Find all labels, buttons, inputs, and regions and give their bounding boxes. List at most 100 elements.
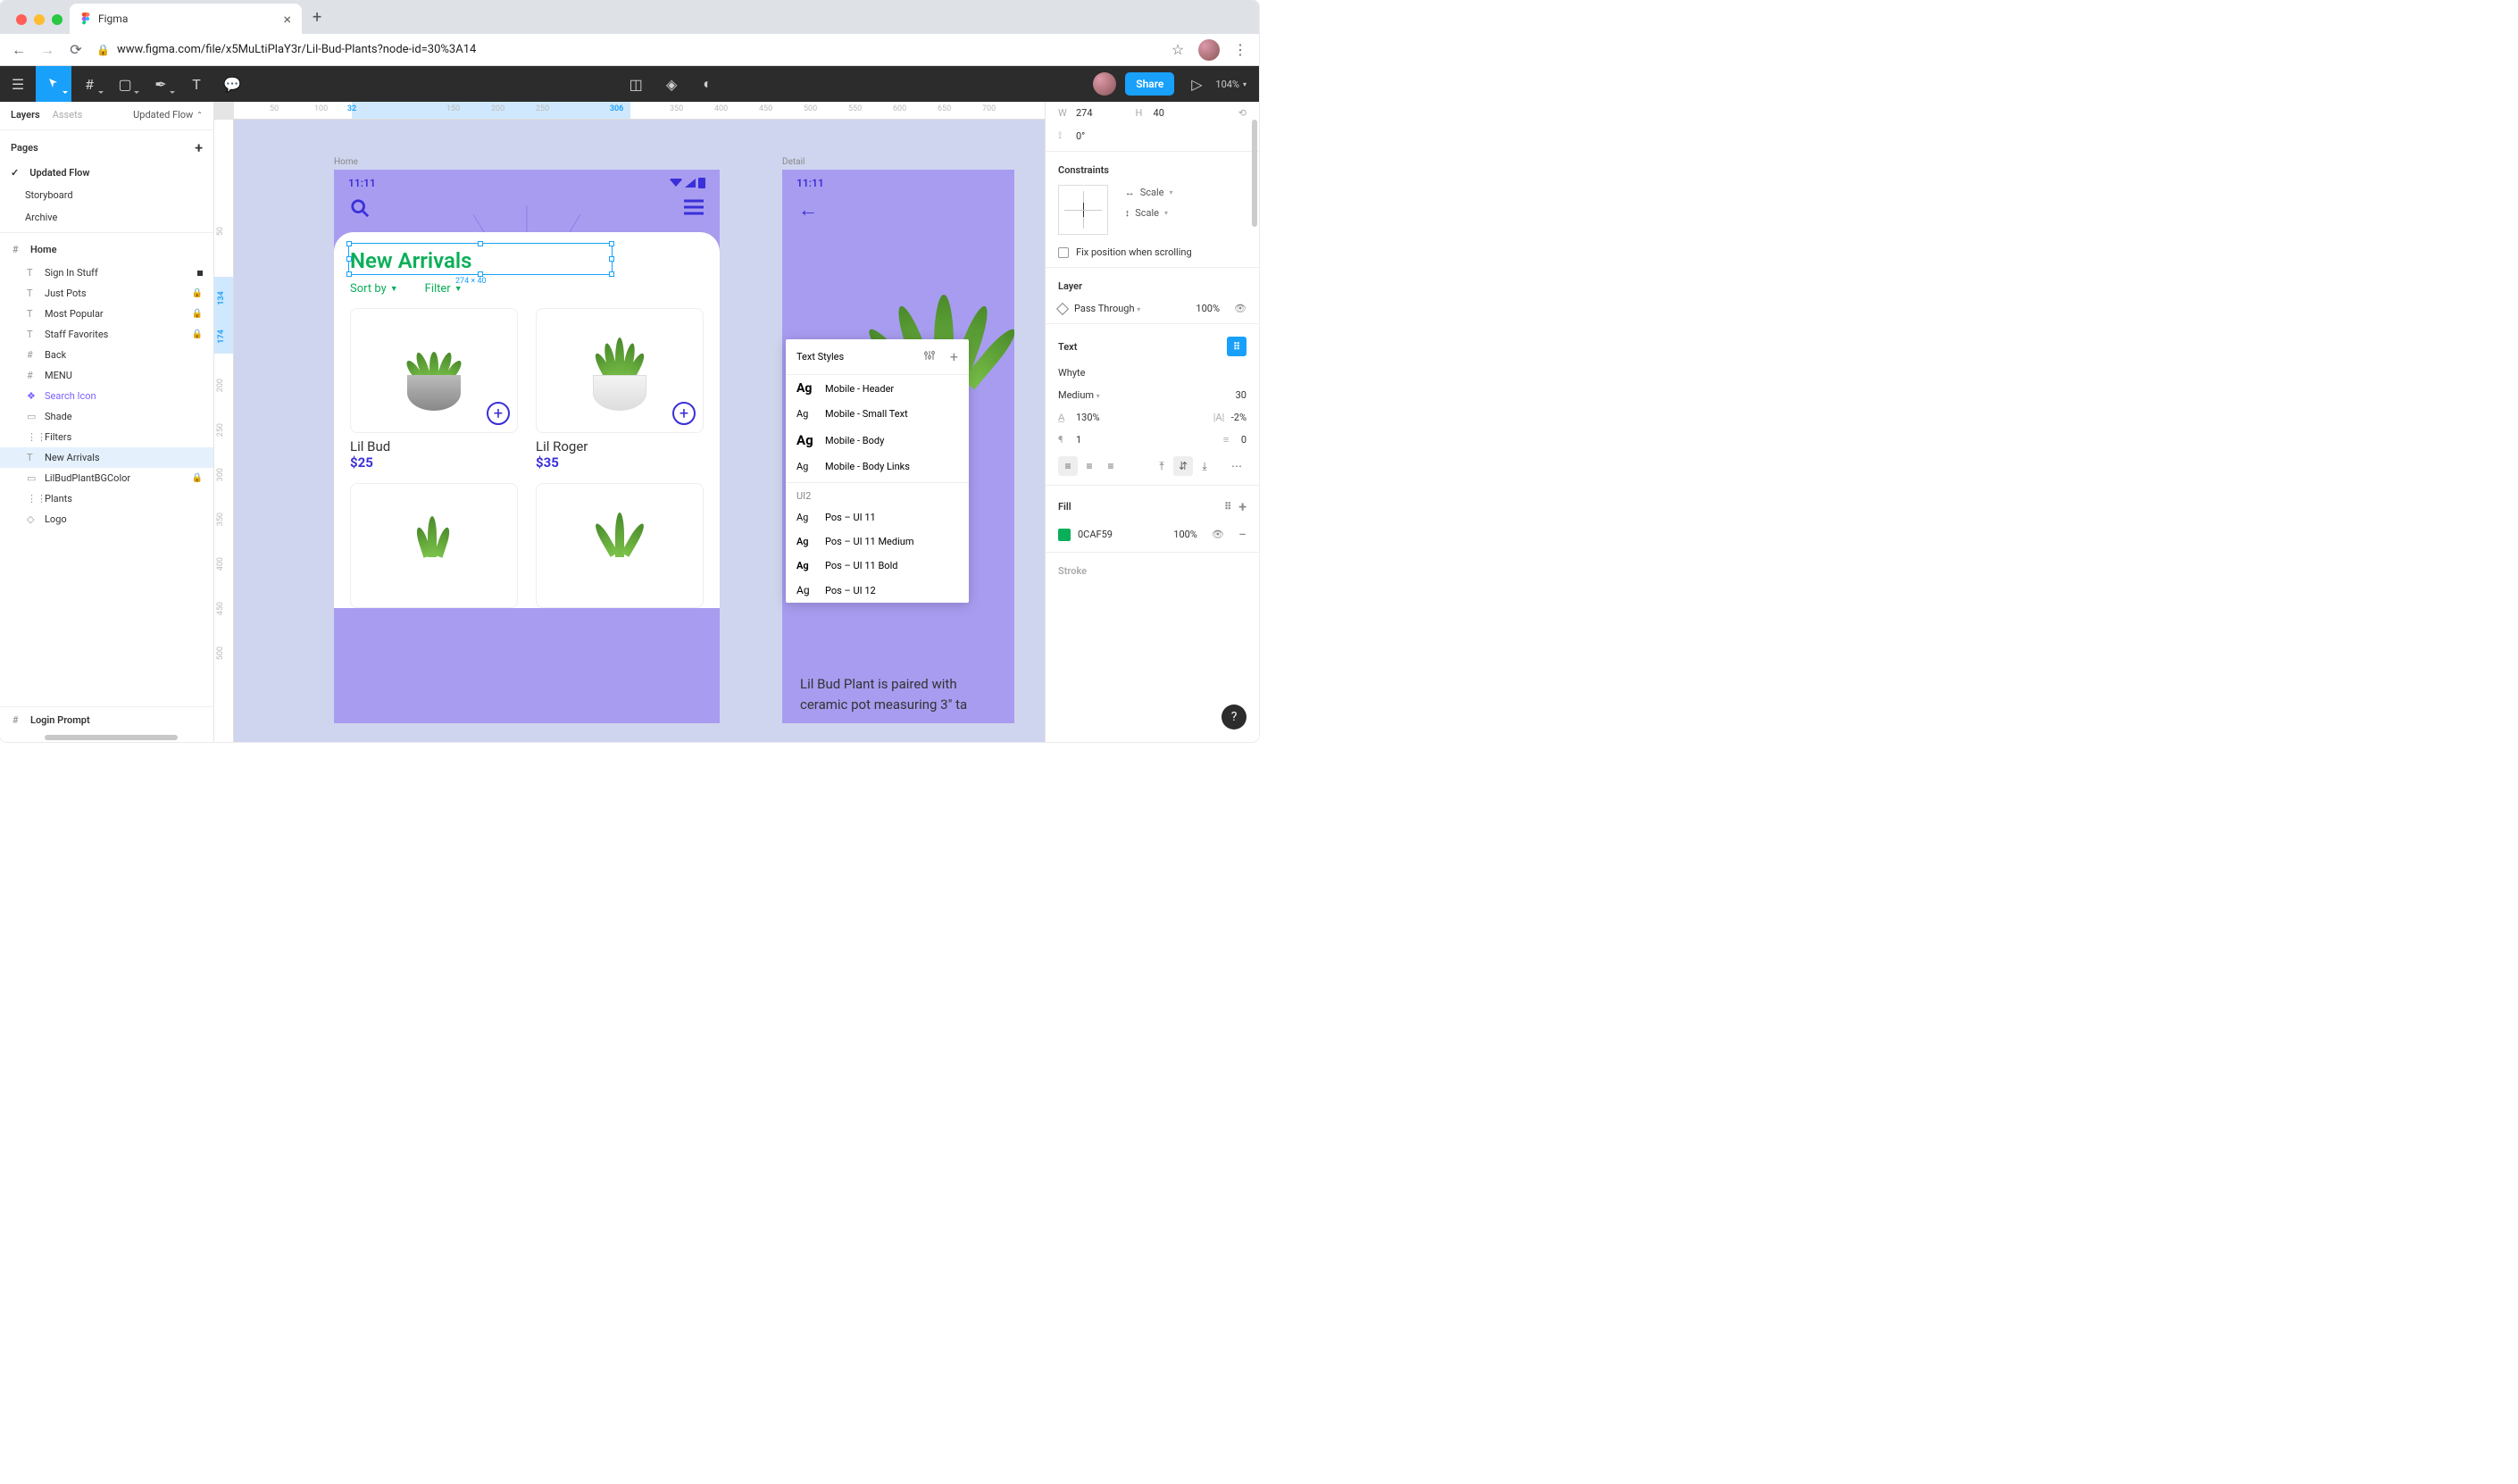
add-fill-icon[interactable]: + bbox=[1238, 498, 1246, 515]
lock-icon[interactable]: 🔒 bbox=[192, 473, 203, 483]
align-left-icon[interactable]: ≡ bbox=[1058, 456, 1078, 476]
font-weight-select[interactable]: Medium ▾ bbox=[1058, 389, 1100, 401]
frame-tool[interactable]: # bbox=[71, 66, 107, 102]
frame-login-prompt[interactable]: #Login Prompt bbox=[0, 707, 213, 733]
style-mobile-links[interactable]: AgMobile - Body Links bbox=[786, 454, 969, 479]
shape-tool[interactable]: ▢ bbox=[107, 66, 143, 102]
constraints-widget[interactable] bbox=[1058, 185, 1108, 235]
page-selector[interactable]: Updated Flow⌃ bbox=[133, 109, 203, 121]
boolean-tool[interactable]: ◐ bbox=[689, 66, 725, 102]
style-ui11-medium[interactable]: AgPos – UI 11 Medium bbox=[786, 529, 969, 554]
width-field[interactable]: W274 bbox=[1058, 107, 1093, 119]
reset-rotation-icon[interactable]: ⟲ bbox=[1238, 107, 1246, 119]
layer-menu[interactable]: #MENU bbox=[0, 365, 213, 386]
lock-icon[interactable]: 🔒 bbox=[192, 329, 203, 339]
back-icon[interactable]: ← bbox=[11, 41, 27, 59]
layers-tab[interactable]: Layers bbox=[11, 109, 40, 121]
fill-swatch[interactable] bbox=[1058, 529, 1071, 541]
frame-label-detail[interactable]: Detail bbox=[782, 157, 805, 167]
left-panel-scrollbar[interactable] bbox=[0, 733, 213, 742]
lock-icon[interactable]: 🔒 bbox=[192, 309, 203, 319]
page-archive[interactable]: Archive bbox=[0, 206, 213, 229]
pen-tool[interactable]: ✒ bbox=[143, 66, 179, 102]
browser-menu-icon[interactable]: ⋮ bbox=[1232, 41, 1248, 58]
frame-home[interactable]: #Home bbox=[0, 237, 213, 263]
right-panel-scrollbar[interactable] bbox=[1252, 102, 1257, 742]
style-mobile-small[interactable]: AgMobile - Small Text bbox=[786, 402, 969, 426]
align-top-icon[interactable]: ⤒ bbox=[1152, 456, 1171, 476]
font-family-select[interactable]: Whyte bbox=[1046, 362, 1259, 384]
fill-styles-icon[interactable]: ⠿ bbox=[1224, 501, 1231, 513]
style-mobile-header[interactable]: AgMobile - Header bbox=[786, 375, 969, 402]
frame-home-canvas[interactable]: 11:11 New Ar bbox=[334, 170, 720, 723]
main-menu-icon[interactable]: ☰ bbox=[0, 66, 36, 102]
layer-sign-in-stuff[interactable]: TSign In Stuff bbox=[0, 263, 213, 283]
layer-just-pots[interactable]: TJust Pots🔒 bbox=[0, 283, 213, 304]
add-page-icon[interactable]: + bbox=[195, 139, 203, 156]
align-right-icon[interactable]: ≡ bbox=[1101, 456, 1121, 476]
paragraph-spacing-field[interactable]: ¶1 bbox=[1058, 434, 1081, 446]
fill-visibility-icon[interactable]: 👁 bbox=[1212, 529, 1224, 540]
letter-spacing-field[interactable]: |A|-2% bbox=[1213, 412, 1246, 423]
reload-icon[interactable]: ⟳ bbox=[68, 41, 84, 58]
present-icon[interactable]: ▷ bbox=[1183, 66, 1210, 102]
height-field[interactable]: H40 bbox=[1136, 107, 1164, 119]
component-tool[interactable]: ◫ bbox=[618, 66, 654, 102]
fill-hex-field[interactable]: 0CAF59 bbox=[1078, 529, 1113, 540]
layer-staff-favorites[interactable]: TStaff Favorites🔒 bbox=[0, 324, 213, 345]
style-ui12[interactable]: AgPos – UI 12 bbox=[786, 578, 969, 603]
style-ui11[interactable]: AgPos – UI 11 bbox=[786, 505, 969, 529]
align-center-icon[interactable]: ≡ bbox=[1080, 456, 1099, 476]
layer-bg-color[interactable]: ▭LilBudPlantBGColor🔒 bbox=[0, 468, 213, 488]
visibility-icon[interactable]: 👁 bbox=[1234, 303, 1246, 314]
layer-logo[interactable]: ◇Logo bbox=[0, 509, 213, 529]
layer-back[interactable]: #Back bbox=[0, 345, 213, 365]
blend-mode-select[interactable]: Pass Through ▾ bbox=[1074, 303, 1140, 314]
menu-icon[interactable] bbox=[684, 198, 704, 223]
rotation-field[interactable]: ⟟0° bbox=[1058, 129, 1085, 142]
remove-fill-icon[interactable]: − bbox=[1238, 526, 1246, 543]
text-style-icon[interactable]: ⠿ bbox=[1227, 337, 1246, 356]
layer-plants[interactable]: ⋮⋮Plants bbox=[0, 488, 213, 509]
align-middle-icon[interactable]: ⇵ bbox=[1173, 456, 1193, 476]
maximize-window[interactable] bbox=[52, 14, 63, 25]
paragraph-indent-field[interactable]: ≡0 bbox=[1223, 434, 1246, 446]
font-size-field[interactable]: 30 bbox=[1236, 389, 1246, 401]
product-card[interactable] bbox=[536, 483, 704, 608]
search-icon[interactable] bbox=[350, 198, 370, 223]
fix-position-checkbox[interactable]: Fix position when scrolling bbox=[1046, 241, 1259, 263]
add-icon[interactable]: + bbox=[487, 402, 510, 425]
assets-tab[interactable]: Assets bbox=[53, 109, 83, 121]
text-tool[interactable]: T bbox=[179, 66, 214, 102]
h-constraint-select[interactable]: ↔ Scale ▾ bbox=[1125, 187, 1173, 198]
comment-tool[interactable]: 💬 bbox=[214, 66, 250, 102]
product-card-lil-bud[interactable]: + bbox=[350, 308, 518, 433]
frame-label-home[interactable]: Home bbox=[334, 157, 358, 167]
back-arrow-icon[interactable]: ← bbox=[798, 198, 818, 221]
lock-icon[interactable]: 🔒 bbox=[192, 288, 203, 298]
sort-dropdown[interactable]: Sort by ▼ bbox=[350, 282, 398, 296]
layer-filters[interactable]: ⋮⋮Filters bbox=[0, 427, 213, 447]
zoom-control[interactable]: 104%▾ bbox=[1210, 79, 1259, 90]
add-style-icon[interactable]: + bbox=[943, 348, 958, 365]
align-bottom-icon[interactable]: ⤓ bbox=[1195, 456, 1214, 476]
layer-new-arrivals[interactable]: TNew Arrivals bbox=[0, 447, 213, 468]
mask-tool[interactable]: ◈ bbox=[654, 66, 689, 102]
product-card-lil-roger[interactable]: + bbox=[536, 308, 704, 433]
move-tool[interactable] bbox=[36, 66, 71, 102]
browser-tab[interactable]: Figma × bbox=[70, 4, 302, 34]
layer-opacity-field[interactable]: 100% bbox=[1196, 303, 1220, 314]
fill-opacity-field[interactable]: 100% bbox=[1173, 529, 1197, 540]
canvas-area[interactable]: 32306 50 100 150 200 250 350 400 450 500… bbox=[214, 102, 1045, 742]
url-field[interactable]: 🔒 www.figma.com/file/x5MuLtiPlaY3r/Lil-B… bbox=[96, 43, 1157, 56]
help-button[interactable]: ? bbox=[1221, 704, 1246, 729]
v-constraint-select[interactable]: ↕ Scale ▾ bbox=[1125, 207, 1173, 219]
layer-search-icon[interactable]: ❖Search Icon bbox=[0, 386, 213, 406]
more-type-options-icon[interactable]: ⋯ bbox=[1227, 456, 1246, 476]
user-avatar[interactable] bbox=[1093, 72, 1116, 96]
share-button[interactable]: Share bbox=[1125, 72, 1174, 96]
style-ui11-bold[interactable]: AgPos – UI 11 Bold bbox=[786, 554, 969, 578]
new-tab-button[interactable]: + bbox=[302, 8, 332, 34]
star-icon[interactable]: ☆ bbox=[1170, 41, 1186, 58]
profile-avatar[interactable] bbox=[1198, 39, 1220, 61]
